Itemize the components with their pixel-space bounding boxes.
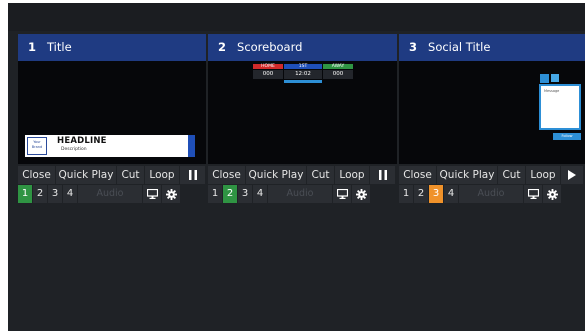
- gear-icon[interactable]: [352, 185, 370, 203]
- home-score: 000: [253, 70, 283, 79]
- input-button-3[interactable]: 3: [238, 185, 252, 203]
- input-button-3[interactable]: 3: [48, 185, 62, 203]
- gear-icon[interactable]: [543, 185, 561, 203]
- monitor-icon[interactable]: [524, 185, 542, 203]
- input-button-4[interactable]: 4: [253, 185, 267, 203]
- input-button-1[interactable]: 1: [18, 185, 32, 203]
- accent-bar: [188, 135, 195, 157]
- social-card: Message: [539, 84, 581, 130]
- panel-preview[interactable]: ••• Message Follow: [399, 61, 585, 164]
- home-label: HOME: [253, 64, 283, 69]
- app-window: 1 Title Your Brand HEADLINE Description C…: [8, 3, 585, 331]
- input-bar: 1 2 3 4 Audio: [399, 185, 562, 203]
- quick-play-button[interactable]: Quick Play: [56, 166, 116, 184]
- game-clock: 12:02: [284, 70, 322, 79]
- control-row: Close Quick Play Cut Loop: [18, 166, 206, 184]
- social-title-panel-3: 3 Social Title ••• Message Follow Close Q…: [399, 34, 585, 211]
- play-icon[interactable]: [561, 166, 583, 184]
- audio-selector[interactable]: Audio: [268, 185, 332, 203]
- follow-badge: Follow: [553, 133, 581, 140]
- quick-play-button[interactable]: Quick Play: [437, 166, 497, 184]
- panel-number: 1: [28, 40, 37, 54]
- cut-button[interactable]: Cut: [498, 166, 525, 184]
- away-label: AWAY: [323, 64, 353, 69]
- control-row: Close Quick Play Cut Loop: [208, 166, 396, 184]
- panel-title: Scoreboard: [237, 40, 303, 54]
- loop-button[interactable]: Loop: [335, 166, 369, 184]
- input-button-4[interactable]: 4: [63, 185, 77, 203]
- input-button-4[interactable]: 4: [444, 185, 458, 203]
- brand-logo: Your Brand: [27, 137, 47, 155]
- top-bar: [8, 3, 585, 31]
- away-score: 000: [323, 70, 353, 79]
- audio-selector[interactable]: Audio: [78, 185, 142, 203]
- monitor-icon[interactable]: [333, 185, 351, 203]
- scoreboard-strip: [284, 80, 322, 83]
- cut-button[interactable]: Cut: [307, 166, 334, 184]
- panel-preview[interactable]: HOME 1ST AWAY 000 12:02 000: [208, 61, 397, 164]
- pause-icon[interactable]: [370, 166, 395, 184]
- social-icon: [551, 74, 559, 82]
- close-button[interactable]: Close: [18, 166, 55, 184]
- panel-number: 3: [409, 40, 418, 54]
- panel-header[interactable]: 3 Social Title: [399, 34, 585, 61]
- close-button[interactable]: Close: [399, 166, 436, 184]
- input-bar: 1 2 3 4 Audio: [18, 185, 181, 203]
- period-label: 1ST: [284, 64, 322, 69]
- headline-text: HEADLINE: [57, 136, 107, 146]
- input-button-1[interactable]: 1: [208, 185, 222, 203]
- input-button-3[interactable]: 3: [429, 185, 443, 203]
- social-icon: [540, 74, 549, 83]
- lower-third-graphic: Your Brand HEADLINE Description: [25, 135, 195, 157]
- panel-preview[interactable]: Your Brand HEADLINE Description: [18, 61, 206, 164]
- social-message: Message: [544, 89, 560, 93]
- input-button-2[interactable]: 2: [223, 185, 237, 203]
- scoreboard-graphic: HOME 1ST AWAY 000 12:02 000: [253, 64, 354, 84]
- scoreboard-panel-2: 2 Scoreboard HOME 1ST AWAY 000 12:02 000 …: [208, 34, 397, 211]
- monitor-icon[interactable]: [143, 185, 161, 203]
- loop-button[interactable]: Loop: [145, 166, 179, 184]
- gear-icon[interactable]: [162, 185, 180, 203]
- panel-title: Title: [47, 40, 72, 54]
- panel-header[interactable]: 2 Scoreboard: [208, 34, 397, 61]
- cut-button[interactable]: Cut: [117, 166, 144, 184]
- input-bar: 1 2 3 4 Audio: [208, 185, 371, 203]
- input-button-2[interactable]: 2: [414, 185, 428, 203]
- control-row: Close Quick Play Cut Loop: [399, 166, 584, 184]
- audio-selector[interactable]: Audio: [459, 185, 523, 203]
- quick-play-button[interactable]: Quick Play: [246, 166, 306, 184]
- loop-button[interactable]: Loop: [526, 166, 560, 184]
- pause-icon[interactable]: [180, 166, 205, 184]
- panel-number: 2: [218, 40, 227, 54]
- panel-title: Social Title: [428, 40, 491, 54]
- description-text: Description: [61, 147, 87, 152]
- close-button[interactable]: Close: [208, 166, 245, 184]
- panel-header[interactable]: 1 Title: [18, 34, 206, 61]
- title-panel-1: 1 Title Your Brand HEADLINE Description C…: [18, 34, 206, 211]
- input-button-2[interactable]: 2: [33, 185, 47, 203]
- input-button-1[interactable]: 1: [399, 185, 413, 203]
